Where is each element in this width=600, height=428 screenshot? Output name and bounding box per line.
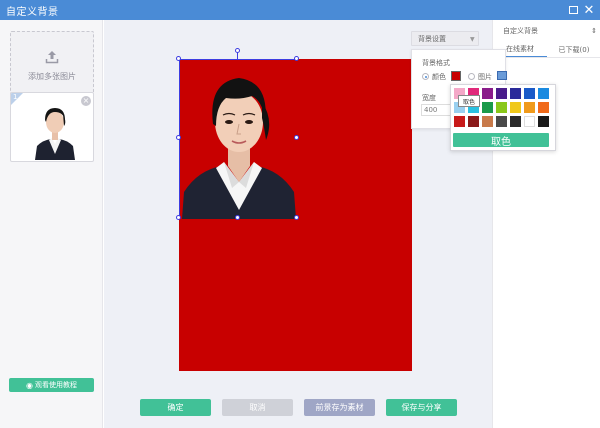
save-and-share-button[interactable]: 保存与分享 <box>386 399 457 416</box>
rotate-handle[interactable] <box>235 48 240 53</box>
foreground-portrait[interactable] <box>179 59 298 219</box>
width-label: 宽度 <box>422 94 436 102</box>
color-swatch[interactable] <box>538 88 549 99</box>
caret-icon: ▼ <box>470 36 475 43</box>
color-swatch[interactable] <box>524 116 535 127</box>
save-foreground-button[interactable]: 前景存为素材 <box>304 399 375 416</box>
color-swatch[interactable] <box>482 102 493 113</box>
pick-color-tooltip: 取色 <box>458 95 480 107</box>
color-swatch[interactable] <box>510 102 521 113</box>
remove-thumbnail-icon[interactable]: × <box>81 96 91 106</box>
resize-handle-top-left[interactable] <box>176 56 181 61</box>
color-swatch[interactable] <box>482 116 493 127</box>
background-settings-button[interactable]: 背景设置 ▼ <box>411 31 479 46</box>
color-swatch[interactable] <box>496 116 507 127</box>
add-images-button[interactable]: 添加多张图片 <box>10 31 94 101</box>
background-type-select[interactable]: 自定义背景 ⇕ <box>503 24 597 38</box>
color-swatch[interactable] <box>496 88 507 99</box>
resize-handle-bottom-left[interactable] <box>176 215 181 220</box>
radio-color-label: 颜色 <box>432 73 446 81</box>
select-arrows-icon: ⇕ <box>591 27 597 35</box>
radio-color[interactable] <box>422 73 429 80</box>
image-icon[interactable] <box>497 71 507 80</box>
color-swatch[interactable] <box>524 88 535 99</box>
rotate-handle-line <box>237 52 238 60</box>
title-bar: 自定义背景 ✕ <box>0 0 600 20</box>
current-color-swatch[interactable] <box>451 71 461 81</box>
color-swatch[interactable] <box>468 116 479 127</box>
resize-handle-left[interactable] <box>176 135 181 140</box>
close-button[interactable]: ✕ <box>582 3 596 17</box>
window-title: 自定义背景 <box>6 6 59 18</box>
color-swatch[interactable] <box>524 102 535 113</box>
color-swatch[interactable] <box>482 88 493 99</box>
image-thumbnail[interactable]: 1 × <box>10 92 94 162</box>
color-swatch[interactable] <box>538 116 549 127</box>
close-icon: ✕ <box>583 2 595 18</box>
color-swatch[interactable] <box>510 88 521 99</box>
color-swatch[interactable] <box>496 102 507 113</box>
tab-downloaded[interactable]: 已下载(0) <box>547 42 600 57</box>
resize-handle-top-right[interactable] <box>294 56 299 61</box>
portrait-image <box>180 60 298 219</box>
background-settings-label: 背景设置 <box>418 34 446 43</box>
resize-handle-right[interactable] <box>294 135 299 140</box>
add-images-label: 添加多张图片 <box>28 72 76 81</box>
pick-color-button[interactable]: 取色 <box>453 133 549 148</box>
material-tabs: 在线素材 已下载(0) <box>493 42 600 58</box>
resize-handle-bottom[interactable] <box>235 215 240 220</box>
thumbnail-index: 1 <box>13 93 18 101</box>
background-style-label: 背景格式 <box>422 59 450 67</box>
radio-image[interactable] <box>468 73 475 80</box>
color-swatch[interactable] <box>454 116 465 127</box>
watch-tutorial-label: 观看使用教程 <box>34 381 77 389</box>
watch-tutorial-button[interactable]: ◉ 观看使用教程 <box>9 378 94 392</box>
maximize-button[interactable] <box>566 3 580 17</box>
image-list-panel: 添加多张图片 <box>0 20 103 428</box>
portrait-thumbnail <box>33 96 77 160</box>
resize-handle-bottom-right[interactable] <box>294 215 299 220</box>
confirm-button[interactable]: 确定 <box>140 399 211 416</box>
maximize-icon <box>568 6 578 14</box>
upload-icon <box>45 51 59 64</box>
cancel-button[interactable]: 取消 <box>222 399 293 416</box>
color-swatch[interactable] <box>510 116 521 127</box>
material-panel: 自定义背景 ⇕ 在线素材 已下载(0) <box>492 20 600 428</box>
background-type-value: 自定义背景 <box>503 27 538 35</box>
color-swatch[interactable] <box>538 102 549 113</box>
radio-image-label: 图片 <box>478 73 492 81</box>
eye-icon: ◉ <box>26 380 33 390</box>
